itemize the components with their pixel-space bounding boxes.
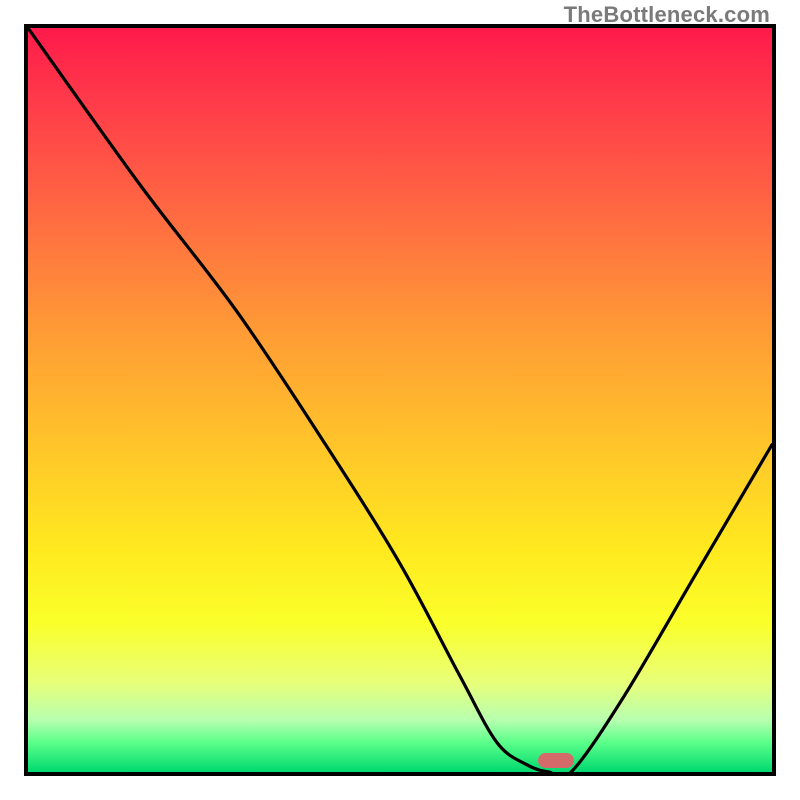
chart-frame [24, 24, 776, 776]
bottleneck-curve [28, 28, 772, 772]
chart-svg [28, 28, 772, 772]
optimal-marker [538, 753, 574, 768]
